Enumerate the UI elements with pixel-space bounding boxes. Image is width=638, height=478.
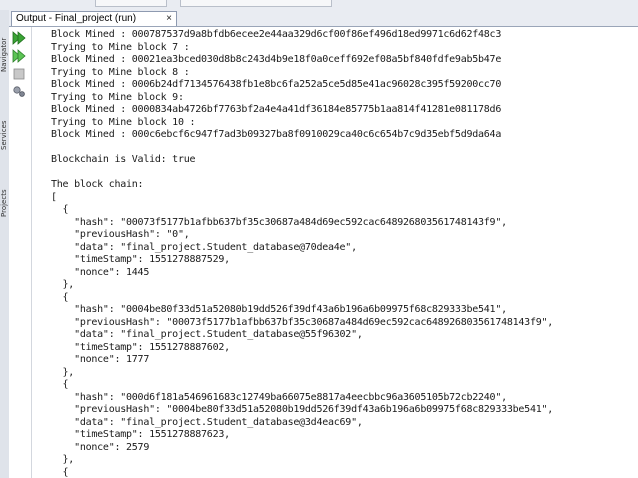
console-line: Blockchain is Valid: true [51, 154, 196, 165]
settings-icon[interactable] [11, 84, 27, 98]
console-line: { [51, 291, 69, 303]
console-line: "timeStamp": 1551278887529, [51, 254, 230, 265]
console-line: Trying to Mine block 8 : [51, 66, 190, 78]
output-tab-label: Output - Final_project (run) [16, 13, 137, 24]
console-line: }, [51, 279, 75, 290]
console-line: { [51, 204, 69, 215]
output-console[interactable]: Block Mined : 000787537d9a8bfdb6ecee2e44… [33, 27, 638, 478]
console-line: The block chain: [51, 179, 144, 190]
side-tab-projects[interactable]: Projects [0, 178, 9, 228]
close-icon[interactable]: × [166, 12, 172, 26]
stop-icon[interactable] [11, 67, 27, 81]
console-line: "previousHash": "00073f5177b1afbb637bf35… [51, 316, 554, 328]
console-line: "timeStamp": 1551278887623, [51, 429, 230, 440]
console-line: "nonce": 1445 [51, 266, 150, 278]
side-tab-navigator[interactable]: Navigator [0, 24, 9, 86]
console-line: "timeStamp": 1551278887602, [51, 341, 230, 353]
console-line: Trying to Mine block 9: [51, 91, 184, 103]
console-line: "previousHash": "0004be80f33d51a52080b19… [51, 404, 554, 415]
console-line: "data": "final_project.Student_database@… [51, 241, 357, 253]
console-line: "nonce": 1777 [51, 354, 150, 365]
console-line: "data": "final_project.Student_database@… [51, 329, 363, 340]
side-tab-services[interactable]: Services [0, 100, 9, 170]
output-tab[interactable]: Output - Final_project (run) × [11, 11, 177, 26]
toolbar-field-stub [95, 0, 167, 7]
console-line: "previousHash": "0", [51, 229, 190, 240]
console-line: { [51, 466, 69, 478]
console-line: "hash": "00073f5177b1afbb637bf35c30687a4… [51, 216, 507, 228]
console-line: Block Mined : 0000834ab4726bf7763bf2a4e4… [51, 104, 502, 115]
console-line: Block Mined : 00021ea3bced030d8b8c243d4b… [51, 54, 502, 65]
console-line: Block Mined : 000787537d9a8bfdb6ecee2e44… [51, 29, 502, 40]
console-line: Block Mined : 0006b24df7134576438fb1e8bc… [51, 79, 502, 90]
toolbar-field-stub [180, 0, 332, 7]
rerun-icon[interactable] [11, 49, 27, 63]
output-tab-bar: Output - Final_project (run) × [9, 10, 638, 27]
console-line: Trying to Mine block 7 : [51, 41, 190, 53]
output-toolbar [9, 27, 32, 478]
console-line: "nonce": 2579 [51, 441, 150, 453]
console-line: "hash": "0004be80f33d51a52080b19dd526f39… [51, 304, 507, 315]
console-line: "hash": "000d6f181a546961683c12749ba6607… [51, 391, 507, 403]
console-line: Trying to Mine block 10 : [51, 116, 196, 128]
console-line: { [51, 379, 69, 390]
console-line: }, [51, 366, 75, 378]
run-again-icon[interactable] [11, 31, 27, 45]
console-line: "data": "final_project.Student_database@… [51, 416, 363, 428]
console-line: }, [51, 454, 75, 465]
console-line: [ [51, 191, 57, 203]
console-line: Block Mined : 000c6ebcf6c947f7ad3b09327b… [51, 129, 502, 140]
